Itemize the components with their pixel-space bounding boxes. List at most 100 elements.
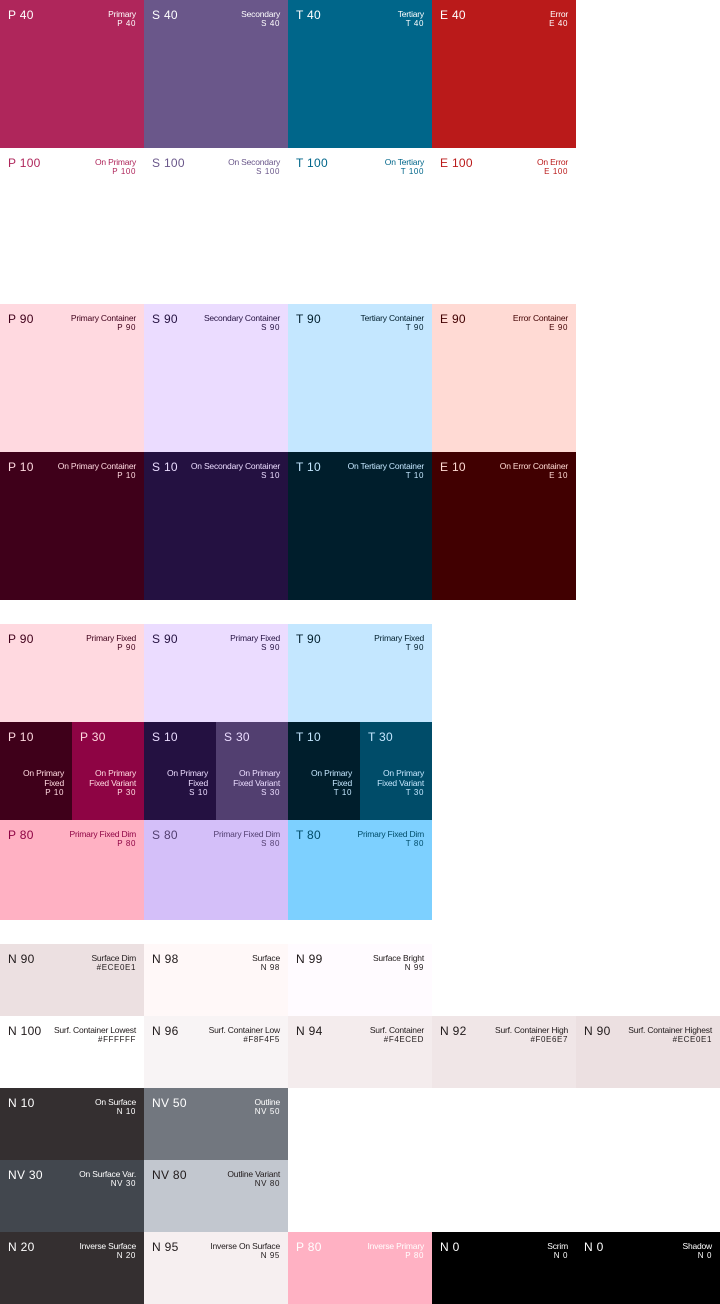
swatch-outline: NV 50 Outline NV 50: [144, 1088, 288, 1160]
swatch-secondary-container: S 90 Secondary Container S 90: [144, 304, 288, 452]
swatch-role-name: On Primary Fixed Variant: [377, 768, 424, 788]
swatch-surface-dim: N 90 Surface Dim #ECE0E1: [0, 944, 144, 1016]
swatch-role-name: Scrim: [547, 1241, 568, 1251]
swatch-tone-label: N 10: [8, 1096, 35, 1110]
swatch-role: Tertiary Container T 90: [361, 313, 425, 333]
swatch-on-secondary-fixed-variant: S 30 On Primary Fixed Variant S 30: [216, 722, 288, 820]
swatch-role-name: On Secondary: [228, 157, 280, 167]
swatch-role-name: Primary Fixed Dim: [357, 829, 425, 839]
swatch-tone-label: S 30: [224, 730, 250, 744]
swatch-role-code: E 90: [549, 323, 568, 332]
swatch-role: Surface Bright N 99: [373, 953, 424, 973]
swatch-role-name: Surface Bright: [372, 953, 424, 963]
swatch-on-error-container: E 10 On Error Container E 10: [432, 452, 576, 600]
swatch-tone-label: N 0: [584, 1240, 604, 1254]
swatch-tone-label: E 100: [440, 156, 473, 170]
swatch-primary-container: P 90 Primary Container P 90: [0, 304, 144, 452]
swatch-tone-label: N 20: [8, 1240, 35, 1254]
swatch-role: On Secondary Container S 10: [191, 461, 280, 481]
swatch-tone-label: T 10: [296, 730, 321, 744]
swatch-role: On Surface Var. NV 30: [79, 1169, 136, 1189]
swatch-secondary-fixed: S 90 Primary Fixed S 90: [144, 624, 288, 722]
swatch-inverse-surface: N 20 Inverse Surface N 20: [0, 1232, 144, 1304]
swatch-tertiary-fixed: T 90 Primary Fixed T 90: [288, 624, 432, 722]
swatch-role-name: On Primary Fixed: [311, 768, 352, 788]
swatch-tertiary-container: T 90 Tertiary Container T 90: [288, 304, 432, 452]
swatch-tone-label: N 0: [440, 1240, 460, 1254]
swatch-role: Surf. Container #F4ECED: [370, 1025, 424, 1045]
swatch-role: Tertiary T 40: [398, 9, 424, 29]
swatch-role-code: S 10: [189, 788, 208, 797]
swatch-on-surface: N 10 On Surface N 10: [0, 1088, 144, 1160]
swatch-role: Primary Fixed T 90: [374, 633, 424, 653]
swatch-role-code: S 90: [261, 643, 280, 652]
swatch-role-name: On Error Container: [499, 461, 568, 471]
swatch-tone-label: S 10: [152, 460, 178, 474]
swatch-role-code: P 10: [117, 471, 136, 480]
swatch-role: Surf. Container Highest #ECE0E1: [628, 1025, 712, 1045]
swatch-role-code: NV 80: [254, 1179, 280, 1188]
swatch-role-code: #ECE0E1: [672, 1035, 712, 1044]
swatch-role-code: T 80: [405, 839, 424, 848]
swatch-role-name: Error: [550, 9, 568, 19]
swatch-role-code: #F0E6E7: [530, 1035, 568, 1044]
swatch-tone-label: T 10: [296, 460, 321, 474]
swatch-role: Primary Fixed S 90: [230, 633, 280, 653]
swatch-role-code: P 90: [117, 643, 136, 652]
swatch-role-name: On Primary: [95, 157, 136, 167]
swatch-surface-container-lowest: N 100 Surf. Container Lowest #FFFFFF: [0, 1016, 144, 1088]
swatch-on-primary: P 100 On Primary P 100: [0, 148, 144, 304]
swatch-tone-label: S 80: [152, 828, 178, 842]
swatch-tone-label: P 100: [8, 156, 41, 170]
swatch-on-secondary: S 100 On Secondary S 100: [144, 148, 288, 304]
swatch-outline-variant: NV 80 Outline Variant NV 80: [144, 1160, 288, 1232]
swatch-role-name: Primary Fixed: [230, 633, 280, 643]
swatch-tone-label: N 95: [152, 1240, 179, 1254]
swatch-role: Error Container E 90: [513, 313, 568, 333]
swatch-role-code: E 40: [549, 19, 568, 28]
swatch-role-code: #F8F4F5: [243, 1035, 280, 1044]
swatch-role-code: P 10: [45, 788, 64, 797]
swatch-role: Outline Variant NV 80: [227, 1169, 280, 1189]
swatch-role: Secondary S 40: [241, 9, 280, 29]
swatch-role-name: Error Container: [512, 313, 568, 323]
swatch-role-code: T 100: [400, 167, 424, 176]
swatch-role-code: T 90: [405, 323, 424, 332]
swatch-role-code: P 40: [117, 19, 136, 28]
swatch-role-code: N 99: [404, 963, 424, 972]
swatch-role-name: Primary: [108, 9, 136, 19]
swatch-role-name: On Primary Fixed: [23, 768, 64, 788]
swatch-role-code: P 30: [117, 788, 136, 797]
swatch-tone-label: NV 50: [152, 1096, 187, 1110]
swatch-shadow: N 0 Shadow N 0: [576, 1232, 720, 1304]
swatch-role: On Tertiary T 100: [385, 157, 424, 177]
swatch-role-code: E 100: [544, 167, 568, 176]
swatch-tone-label: T 30: [368, 730, 393, 744]
swatch-role-name: Surface Dim: [91, 953, 136, 963]
swatch-role-name: On Tertiary: [384, 157, 424, 167]
swatch-role: Surface Dim #ECE0E1: [91, 953, 136, 973]
swatch-surface: N 98 Surface N 98: [144, 944, 288, 1016]
swatch-role: On Primary Fixed Variant S 30: [222, 768, 280, 798]
swatch-role: Primary Fixed Dim S 80: [214, 829, 281, 849]
swatch-role-name: Inverse Surface: [79, 1241, 136, 1251]
swatch-role-name: On Primary Fixed Variant: [89, 768, 136, 788]
swatch-role: Inverse On Surface N 95: [210, 1241, 280, 1261]
swatch-role: On Error E 100: [537, 157, 568, 177]
swatch-role-code: P 80: [405, 1251, 424, 1260]
swatch-surface-container: N 94 Surf. Container #F4ECED: [288, 1016, 432, 1088]
swatch-role-code: NV 50: [254, 1107, 280, 1116]
swatch-error: E 40 Error E 40: [432, 0, 576, 148]
swatch-tone-label: E 10: [440, 460, 466, 474]
swatch-role: On Primary Fixed Variant P 30: [78, 768, 136, 798]
swatch-role-code: P 80: [117, 839, 136, 848]
swatch-tone-label: S 100: [152, 156, 185, 170]
swatch-role-name: Outline: [254, 1097, 280, 1107]
swatch-secondary: S 40 Secondary S 40: [144, 0, 288, 148]
swatch-tone-label: N 99: [296, 952, 323, 966]
swatch-role: Primary P 40: [108, 9, 136, 29]
swatch-role-name: Primary Container: [70, 313, 136, 323]
swatch-on-primary-container: P 10 On Primary Container P 10: [0, 452, 144, 600]
swatch-role-code: T 10: [405, 471, 424, 480]
swatch-on-tertiary: T 100 On Tertiary T 100: [288, 148, 432, 304]
